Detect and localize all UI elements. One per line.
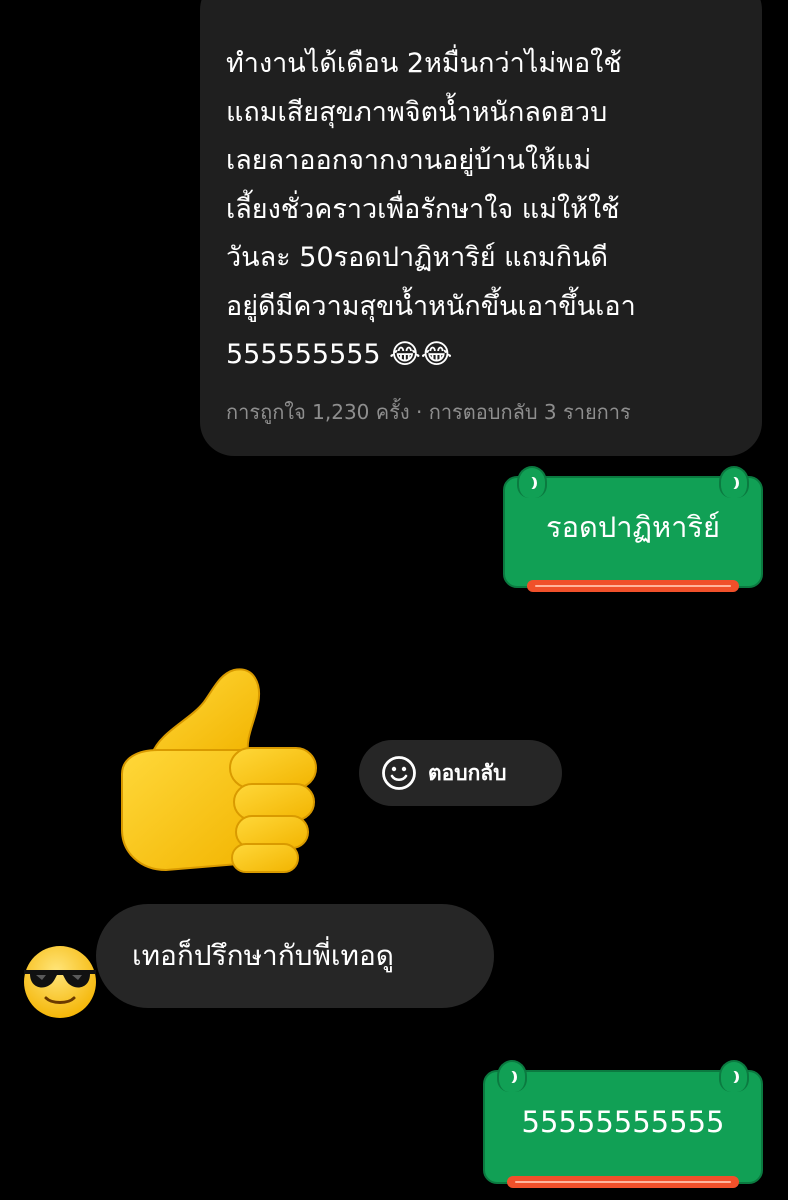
incoming-message-bubble[interactable]: เทอก็ปรึกษากับพี่เทอดู: [96, 904, 494, 1008]
sticker-stripe: [527, 580, 739, 592]
thumbs-up-emoji-icon: [121, 668, 317, 873]
sunglasses-emoji-icon[interactable]: [20, 940, 100, 1020]
sticker-label: รอดปาฏิหาริย์: [546, 510, 720, 544]
sticker-stripe: [507, 1176, 739, 1188]
post-text: ทำงานได้เดือน 2หมื่นกว่าไม่พอใช้ แถมเสีย…: [226, 48, 636, 370]
post-meta[interactable]: การถูกใจ 1,230 ครั้ง · การตอบกลับ 3 รายก…: [226, 396, 631, 428]
sticker-label: 55555555555: [521, 1105, 725, 1139]
sticker-message-1[interactable]: รอดปาฏิหาริย์: [503, 466, 763, 592]
reply-button[interactable]: ตอบกลับ: [359, 740, 562, 806]
reply-label: ตอบกลับ: [428, 760, 507, 785]
incoming-message-text: เทอก็ปรึกษากับพี่เทอดู: [132, 939, 394, 972]
sticker-message-2[interactable]: 55555555555: [483, 1060, 763, 1188]
smiley-outline-icon: [382, 756, 416, 790]
quoted-post-bubble[interactable]: ทำงานได้เดือน 2หมื่นกว่าไม่พอใช้ แถมเสีย…: [200, 0, 762, 456]
